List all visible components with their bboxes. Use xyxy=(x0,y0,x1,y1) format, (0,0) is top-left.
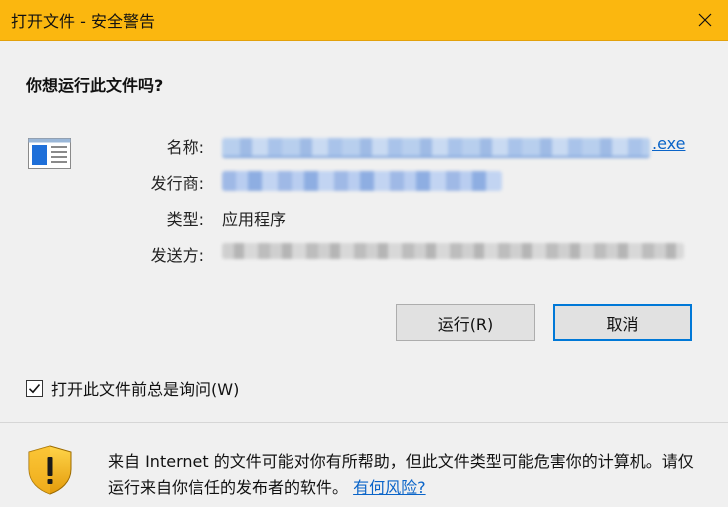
cancel-button-label: 取消 xyxy=(606,314,639,334)
from-label: 发送方: xyxy=(150,246,204,265)
publisher-value xyxy=(222,171,502,191)
title-bar: 打开文件 - 安全警告 xyxy=(0,0,728,41)
run-button[interactable]: 运行(R) xyxy=(396,304,535,341)
always-ask-checkbox[interactable] xyxy=(26,379,43,397)
file-extension[interactable]: .exe xyxy=(652,134,685,153)
cancel-button[interactable]: 取消 xyxy=(553,304,692,341)
name-label: 名称: xyxy=(166,138,204,157)
run-button-label: 运行(R) xyxy=(437,314,494,334)
checkmark-icon xyxy=(28,383,41,393)
from-value xyxy=(222,243,684,259)
application-icon xyxy=(28,138,71,169)
window-title: 打开文件 - 安全警告 xyxy=(11,12,155,31)
always-ask-option[interactable]: 打开此文件前总是询问(W) xyxy=(26,377,239,399)
shield-warning-icon xyxy=(28,445,72,495)
file-name-link[interactable] xyxy=(222,138,650,158)
type-label: 类型: xyxy=(166,210,204,229)
always-ask-label: 打开此文件前总是询问(W) xyxy=(51,380,240,399)
publisher-label: 发行商: xyxy=(150,174,204,193)
close-button[interactable] xyxy=(682,0,728,40)
risk-link[interactable]: 有何风险? xyxy=(353,478,426,497)
close-icon xyxy=(698,13,712,27)
type-value: 应用程序 xyxy=(222,210,287,229)
dialog-question: 你想运行此文件吗? xyxy=(26,76,164,95)
warning-text-block: 来自 Internet 的文件可能对你有所帮助，但此文件类型可能危害你的计算机。… xyxy=(108,449,708,501)
